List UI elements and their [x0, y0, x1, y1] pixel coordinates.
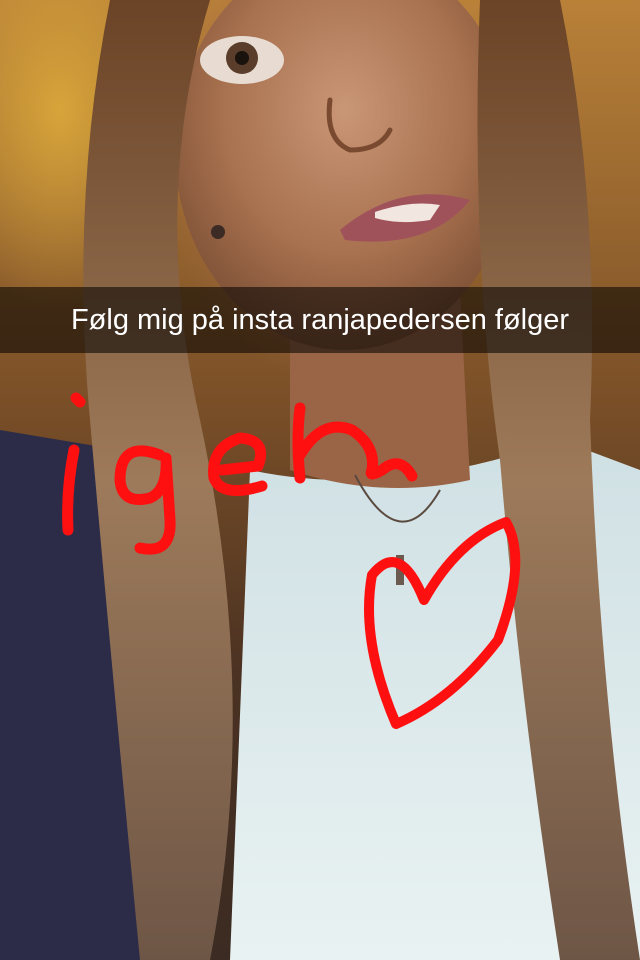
caption-bar: Følg mig på insta ranjapedersen følger [0, 287, 640, 353]
earring [211, 225, 225, 239]
selfie-image [0, 0, 640, 960]
caption-text: Følg mig på insta ranjapedersen følger [70, 303, 570, 336]
snap-photo: Følg mig på insta ranjapedersen følger i… [0, 0, 640, 960]
